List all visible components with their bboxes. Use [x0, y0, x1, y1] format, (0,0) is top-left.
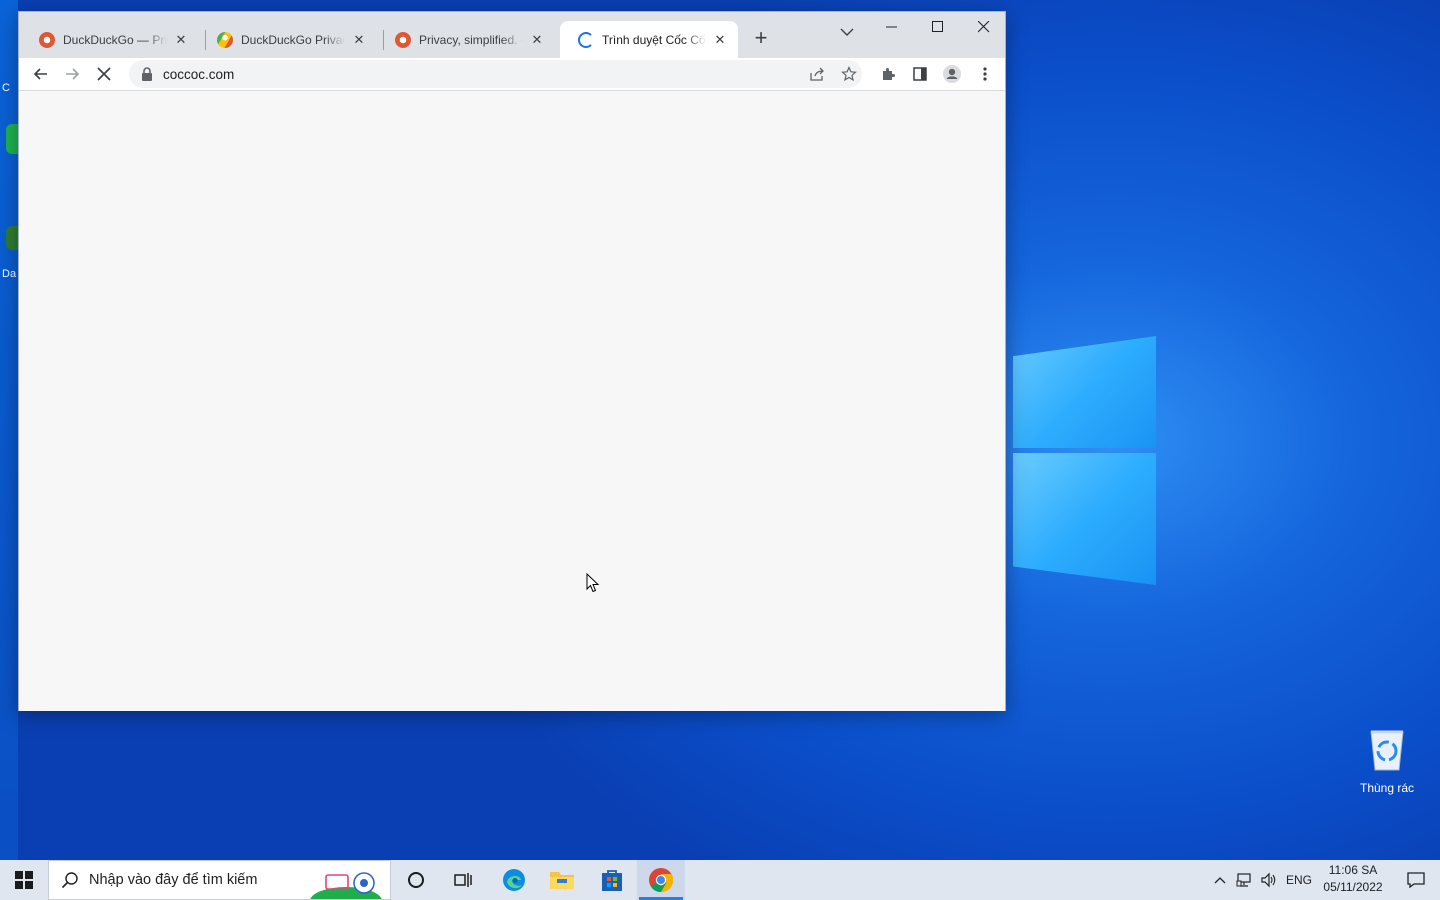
action-center-button[interactable]: [1392, 860, 1440, 900]
avatar-icon: [943, 65, 961, 83]
clock-date: 05/11/2022: [1323, 880, 1383, 894]
search-placeholder: Nhập vào đây để tìm kiếm: [89, 872, 258, 888]
task-view-button[interactable]: [440, 860, 488, 900]
search-highlight-illustration-icon: [310, 872, 382, 899]
taskbar: Nhập vào đây để tìm kiếm ENG 11:06 SA 05…: [0, 860, 1440, 900]
tab-search-button[interactable]: [833, 18, 861, 46]
minimize-icon: [886, 26, 897, 28]
folder-icon: [550, 872, 574, 889]
start-button[interactable]: [0, 860, 48, 900]
puzzle-icon: [883, 68, 895, 80]
page-content-area[interactable]: [19, 91, 1005, 711]
share-icon: [810, 67, 824, 81]
taskbar-store[interactable]: [588, 860, 636, 900]
tab-duckduckgo-1[interactable]: DuckDuckGo — Privacy ✕: [21, 21, 199, 58]
taskbar-edge[interactable]: [490, 860, 538, 900]
tab-coccoc-active[interactable]: Trình duyệt Cốc Cốc | ✕: [560, 21, 738, 58]
clock-time: 11:06 SA: [1328, 863, 1378, 877]
share-button[interactable]: [803, 60, 831, 88]
side-panel-icon: [913, 67, 927, 81]
app-icon: [6, 124, 18, 154]
close-window-button[interactable]: [961, 12, 1007, 42]
task-view-icon: [454, 873, 472, 887]
menu-button[interactable]: [971, 60, 999, 88]
chevron-up-icon: [1214, 877, 1226, 884]
arrow-left-icon: [33, 68, 47, 80]
address-url[interactable]: coccoc.com: [163, 67, 234, 82]
input-language-button[interactable]: ENG: [1283, 860, 1315, 900]
duckduckgo-browser-icon: [217, 31, 233, 48]
loading-spinner-icon: [578, 31, 594, 48]
maximize-icon: [932, 21, 943, 32]
desktop-icon-label: C: [2, 82, 10, 94]
browser-window: DuckDuckGo — Privacy ✕ DuckDuckGo Privac…: [18, 11, 1006, 711]
network-button[interactable]: [1232, 860, 1258, 900]
search-icon: [61, 872, 78, 889]
side-panel-button[interactable]: [906, 60, 934, 88]
clock[interactable]: 11:06 SA 05/11/2022: [1318, 862, 1388, 896]
desktop-icon-partial-2[interactable]: Da: [0, 222, 18, 280]
address-bar[interactable]: coccoc.com: [129, 60, 862, 88]
windows-start-icon: [15, 871, 33, 889]
close-tab-icon[interactable]: ✕: [529, 32, 545, 48]
tab-title: DuckDuckGo — Privacy: [63, 32, 167, 47]
tab-title: Trình duyệt Cốc Cốc |: [602, 32, 706, 47]
tab-title: DuckDuckGo Privacy: [241, 32, 345, 47]
cortana-button[interactable]: [392, 860, 440, 900]
desktop-icon-label: Da: [2, 268, 17, 280]
forward-button[interactable]: [58, 60, 86, 88]
cortana-circle-icon: [408, 872, 424, 888]
back-button[interactable]: [27, 60, 55, 88]
store-icon: [602, 870, 622, 891]
taskbar-search-box[interactable]: Nhập vào đây để tìm kiếm: [48, 860, 391, 900]
duckduckgo-icon: [39, 31, 55, 48]
minimize-button[interactable]: [869, 12, 915, 42]
stop-loading-button[interactable]: [90, 60, 118, 88]
mouse-cursor-icon: [586, 573, 600, 593]
recycle-bin-icon: [1370, 730, 1404, 771]
close-tab-icon[interactable]: ✕: [712, 32, 728, 48]
more-vertical-icon: [983, 67, 987, 81]
taskbar-file-explorer[interactable]: [538, 860, 586, 900]
maximize-button[interactable]: [915, 12, 961, 42]
network-icon: [1236, 873, 1251, 887]
duckduckgo-icon: [395, 31, 411, 48]
close-icon: [978, 21, 990, 33]
chevron-down-icon: [840, 28, 854, 36]
recycle-bin-label: Thùng rác: [1359, 781, 1415, 795]
show-hidden-icons-button[interactable]: [1208, 860, 1232, 900]
lock-icon[interactable]: [141, 67, 155, 81]
stop-icon: [97, 67, 111, 81]
tab-title: Privacy, simplified. —: [419, 32, 523, 47]
volume-button[interactable]: [1257, 860, 1281, 900]
bookmark-button[interactable]: [835, 60, 863, 88]
chrome-icon: [649, 868, 674, 892]
app-icon: [6, 226, 18, 250]
speaker-icon: [1261, 872, 1276, 888]
tab-duckduckgo-3[interactable]: Privacy, simplified. — ✕: [377, 21, 555, 58]
new-tab-button[interactable]: +: [747, 25, 775, 53]
star-icon: [841, 66, 857, 82]
arrow-right-icon: [66, 68, 80, 80]
desktop-icon-partial-green[interactable]: [0, 118, 18, 188]
desktop-icon-partial[interactable]: C: [0, 68, 18, 94]
close-tab-icon[interactable]: ✕: [173, 32, 189, 48]
profile-button[interactable]: [938, 60, 966, 88]
edge-icon: [503, 869, 525, 891]
tab-strip: DuckDuckGo — Privacy ✕ DuckDuckGo Privac…: [19, 12, 1005, 58]
browser-toolbar: coccoc.com: [19, 58, 1005, 90]
extensions-button[interactable]: [874, 60, 902, 88]
taskbar-chrome[interactable]: [637, 860, 685, 900]
tab-duckduckgo-2[interactable]: DuckDuckGo Privacy ✕: [199, 21, 377, 58]
close-tab-icon[interactable]: ✕: [351, 32, 367, 48]
notification-icon: [1407, 872, 1425, 888]
recycle-bin-shortcut[interactable]: Thùng rác: [1352, 728, 1422, 795]
windows-logo-wallpaper: [1010, 300, 1170, 600]
